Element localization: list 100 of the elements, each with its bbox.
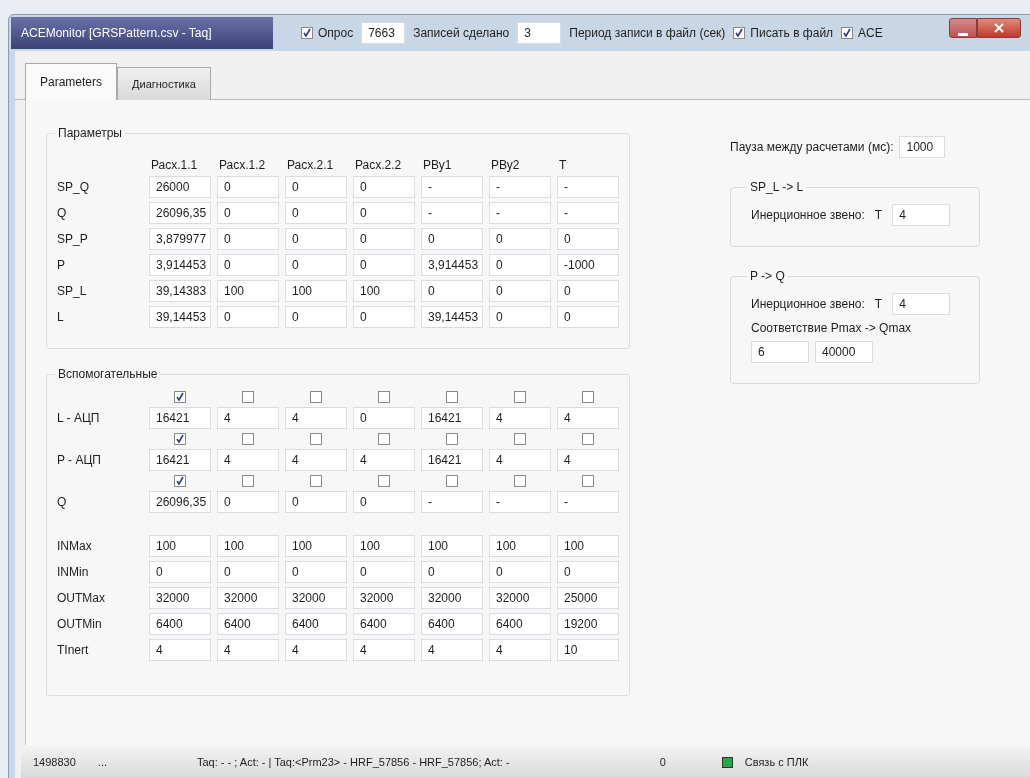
checkbox[interactable] [514, 433, 526, 445]
input-field[interactable]: - [489, 176, 551, 198]
input-field[interactable]: 100 [217, 280, 279, 302]
input-field[interactable]: 32000 [285, 587, 347, 609]
input-field[interactable]: 19200 [557, 613, 619, 635]
input-field[interactable]: 26096,35 [149, 491, 211, 513]
input-field[interactable]: 0 [285, 254, 347, 276]
input-field[interactable]: 0 [285, 202, 347, 224]
input-field[interactable]: 4 [489, 449, 551, 471]
checkbox[interactable] [841, 27, 854, 39]
input-field[interactable]: 10 [557, 639, 619, 661]
input-field[interactable]: 4 [285, 449, 347, 471]
checkbox[interactable] [378, 391, 390, 403]
input-field[interactable]: 0 [285, 561, 347, 583]
input-field[interactable]: 100 [557, 535, 619, 557]
input-field[interactable]: 6400 [149, 613, 211, 635]
checkbox[interactable] [446, 475, 458, 487]
input-field[interactable]: 4 [353, 639, 415, 661]
input-field[interactable]: 0 [353, 202, 415, 224]
input-field[interactable]: 26000 [149, 176, 211, 198]
input-field[interactable]: - [421, 202, 483, 224]
input-field[interactable]: 0 [353, 254, 415, 276]
input-field[interactable]: 3,914453 [421, 254, 483, 276]
input-field[interactable]: 0 [353, 176, 415, 198]
input-field[interactable]: 3,914453 [149, 254, 211, 276]
checkbox[interactable] [446, 433, 458, 445]
input-field[interactable]: 100 [421, 535, 483, 557]
input-field[interactable]: 0 [285, 176, 347, 198]
input-field[interactable]: 0 [489, 228, 551, 250]
input-field[interactable]: 4 [149, 639, 211, 661]
checkbox[interactable] [378, 433, 390, 445]
input-field[interactable]: 0 [557, 280, 619, 302]
input-field[interactable]: 0 [489, 561, 551, 583]
input-field[interactable]: 6400 [353, 613, 415, 635]
input-field[interactable]: 4 [489, 407, 551, 429]
input-field[interactable]: 40000 [815, 341, 873, 363]
input-field[interactable]: 16421 [421, 449, 483, 471]
input-field[interactable]: 100 [217, 535, 279, 557]
input-field[interactable]: 0 [421, 561, 483, 583]
checkbox[interactable] [310, 475, 322, 487]
input-field[interactable]: 100 [353, 280, 415, 302]
checkbox[interactable] [242, 433, 254, 445]
input-field[interactable]: 0 [353, 228, 415, 250]
input-field[interactable]: 3,879977 [149, 228, 211, 250]
checkbox[interactable] [582, 433, 594, 445]
input-field[interactable]: 32000 [421, 587, 483, 609]
input-field[interactable]: 39,14453 [421, 306, 483, 328]
input-field[interactable]: 0 [489, 254, 551, 276]
input-field[interactable]: 4 [353, 449, 415, 471]
input-field[interactable]: 4 [217, 639, 279, 661]
checkbox[interactable] [242, 475, 254, 487]
input-field[interactable]: 0 [557, 306, 619, 328]
input-field[interactable]: 7663 [361, 22, 406, 44]
input-field[interactable]: 26096,35 [149, 202, 211, 224]
input-field[interactable]: 4 [285, 407, 347, 429]
input-field[interactable]: 16421 [421, 407, 483, 429]
input-field[interactable]: 4 [421, 639, 483, 661]
tab[interactable]: Диагностика [117, 67, 211, 100]
input-field[interactable]: 25000 [557, 587, 619, 609]
input-field[interactable]: 4 [557, 407, 619, 429]
input-field[interactable]: 100 [149, 535, 211, 557]
input-field[interactable]: 0 [217, 176, 279, 198]
input-field[interactable]: 0 [489, 280, 551, 302]
input-field[interactable]: 0 [353, 407, 415, 429]
input-field[interactable]: 32000 [149, 587, 211, 609]
input-field[interactable]: 16421 [149, 407, 211, 429]
input-field[interactable]: 0 [421, 228, 483, 250]
checkbox[interactable] [174, 475, 186, 487]
input-field[interactable]: 0 [557, 228, 619, 250]
close-button[interactable] [977, 18, 1021, 38]
input-field[interactable]: 0 [217, 306, 279, 328]
checkbox[interactable] [733, 27, 746, 39]
input-field[interactable]: 0 [217, 228, 279, 250]
input-field[interactable]: 0 [217, 491, 279, 513]
minimize-button[interactable] [949, 18, 977, 38]
input-field[interactable]: 4 [892, 204, 951, 226]
input-field[interactable]: - [421, 176, 483, 198]
checkbox[interactable] [446, 391, 458, 403]
input-field[interactable]: 39,14453 [149, 306, 211, 328]
checkbox[interactable] [174, 433, 186, 445]
input-field[interactable]: 39,14383 [149, 280, 211, 302]
checkbox[interactable] [242, 391, 254, 403]
input-field[interactable]: 100 [285, 280, 347, 302]
checkbox[interactable] [582, 391, 594, 403]
checkbox[interactable] [582, 475, 594, 487]
checkbox[interactable] [378, 475, 390, 487]
input-field[interactable]: 100 [353, 535, 415, 557]
checkbox[interactable] [514, 391, 526, 403]
input-field[interactable]: 0 [353, 561, 415, 583]
input-field[interactable]: - [489, 491, 551, 513]
input-field[interactable]: 6400 [421, 613, 483, 635]
input-field[interactable]: 6400 [217, 613, 279, 635]
input-field[interactable]: - [489, 202, 551, 224]
input-field[interactable]: 6400 [489, 613, 551, 635]
input-field[interactable]: 0 [217, 254, 279, 276]
input-field[interactable]: 4 [285, 639, 347, 661]
input-field[interactable]: - [421, 491, 483, 513]
input-field[interactable]: 0 [149, 561, 211, 583]
input-field[interactable]: 0 [217, 561, 279, 583]
input-field[interactable]: 0 [557, 561, 619, 583]
